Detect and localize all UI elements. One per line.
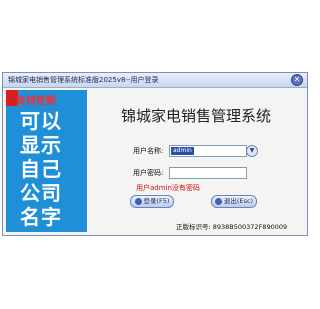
exit-button[interactable]: 退出(Esc) xyxy=(211,195,257,208)
window-title: 锦城家电销售管理系统标准版2025v8--用户登录 xyxy=(8,76,159,84)
banner-line-5: 名字 xyxy=(20,205,62,229)
login-icon xyxy=(134,197,142,205)
login-button[interactable]: 登录(F5) xyxy=(130,195,174,208)
password-label: 用户密码: xyxy=(133,169,164,177)
username-label: 用户名称: xyxy=(133,147,164,155)
exit-button-label: 退出(Esc) xyxy=(223,197,254,205)
error-message: 用户admin没有密码 xyxy=(136,184,200,192)
banner-line-2: 显示 xyxy=(20,133,62,157)
banner-line-4: 公司 xyxy=(20,181,62,205)
app-title: 锦城家电销售管理系统 xyxy=(121,107,272,125)
close-icon[interactable]: ✕ xyxy=(291,74,303,86)
title-bar[interactable]: 锦城家电销售管理系统标准版2025v8--用户登录 ✕ xyxy=(3,73,307,88)
username-select[interactable]: admin ▼ xyxy=(169,145,258,157)
exit-icon xyxy=(214,197,222,205)
brand-banner: 支持定制 可以 显示 自己 公司 名字 xyxy=(6,90,87,232)
banner-line-3: 自己 xyxy=(20,157,62,181)
serial-number: 正版标识号: 8938B500372F890009 xyxy=(176,223,288,231)
password-field[interactable] xyxy=(169,167,247,179)
login-button-label: 登录(F5) xyxy=(143,197,170,205)
username-value: admin xyxy=(171,147,194,155)
login-window: 锦城家电销售管理系统标准版2025v8--用户登录 ✕ 支持定制 可以 显示 自… xyxy=(2,72,308,236)
banner-line-1: 可以 xyxy=(20,109,62,133)
chevron-down-icon[interactable]: ▼ xyxy=(246,145,258,157)
ribbon-text: 支持定制 xyxy=(16,96,56,107)
